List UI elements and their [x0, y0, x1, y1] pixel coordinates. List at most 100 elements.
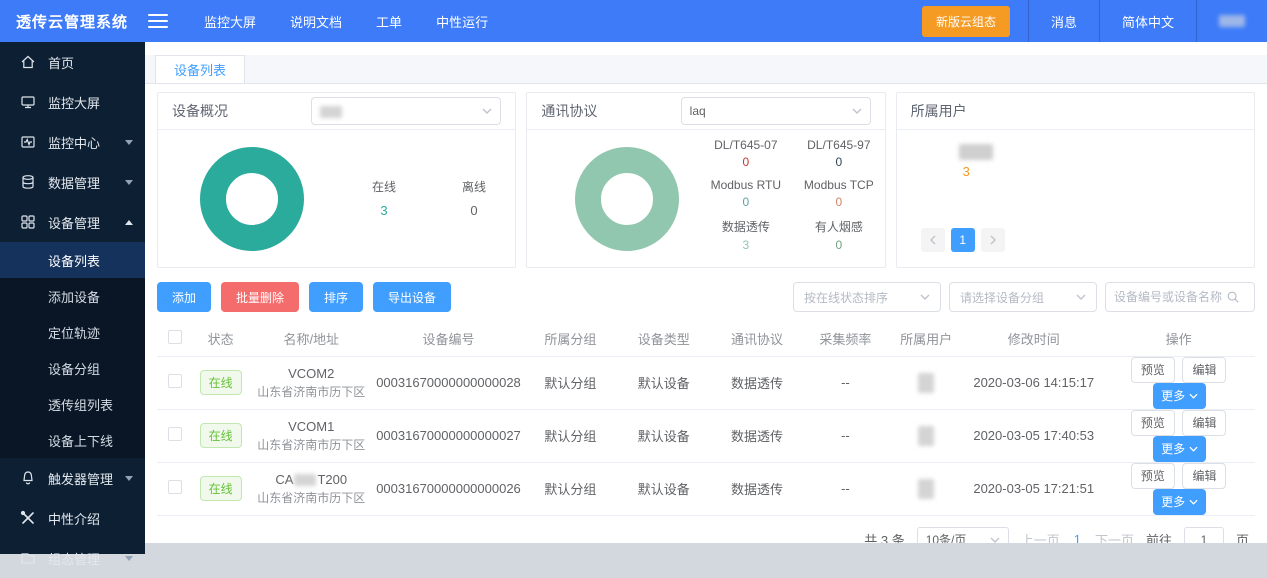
row-checkbox[interactable]: [168, 427, 182, 441]
folder-icon: [20, 550, 36, 566]
owner-prev-page-button[interactable]: [921, 228, 945, 252]
content-top-strip: [145, 42, 1267, 55]
search-icon: [1226, 290, 1240, 304]
submenu-item-device-group[interactable]: 设备分组: [0, 350, 145, 386]
sidebar-item-trigger-management[interactable]: 触发器管理: [0, 458, 145, 498]
preview-button[interactable]: 预览: [1131, 463, 1175, 489]
monitor-center-icon: [20, 134, 36, 150]
panel-title-owner: 所属用户: [911, 101, 967, 121]
device-overview-panel: 设备概况 在线 3 离线 0: [157, 92, 516, 268]
owner-device-count: 3: [963, 164, 970, 179]
preview-button[interactable]: 预览: [1131, 357, 1175, 383]
overview-select[interactable]: [311, 97, 501, 125]
redacted-select-value: [320, 106, 342, 118]
chevron-down-icon: [125, 140, 133, 145]
top-bar: 透传云管理系统 监控大屏 说明文档 工单 中性运行 新版云组态 消息 简体中文: [0, 0, 1267, 42]
device-group-select[interactable]: 请选择设备分组: [949, 282, 1097, 312]
edit-button[interactable]: 编辑: [1182, 463, 1226, 489]
next-page-button[interactable]: 下一页: [1095, 530, 1134, 543]
bell-icon: [20, 470, 36, 486]
status-badge: 在线: [200, 370, 242, 395]
submenu-item-passthrough-group-list[interactable]: 透传组列表: [0, 386, 145, 422]
prev-page-button[interactable]: 上一页: [1021, 530, 1060, 543]
submenu-item-device-online-offline[interactable]: 设备上下线: [0, 422, 145, 458]
preview-button[interactable]: 预览: [1131, 410, 1175, 436]
toolbar-filters: 按在线状态排序 请选择设备分组: [793, 282, 1255, 312]
total-count: 共 3 条: [864, 530, 904, 543]
online-donut-chart: [200, 147, 304, 251]
table-row: 在线 VCOM1山东省济南市历下区 00031670000000000027 默…: [157, 409, 1255, 462]
messages-link[interactable]: 消息: [1028, 0, 1099, 42]
redacted-owner: [918, 426, 934, 446]
panel-title-protocol: 通讯协议: [541, 101, 597, 121]
user-menu[interactable]: [1196, 0, 1267, 42]
row-checkbox[interactable]: [168, 480, 182, 494]
tools-icon: [20, 510, 36, 526]
more-button[interactable]: 更多: [1153, 436, 1206, 462]
redacted-name-part: [294, 474, 316, 486]
main-content: 设备列表 设备概况 在线 3: [145, 42, 1267, 554]
submenu-item-device-list[interactable]: 设备列表: [0, 242, 145, 278]
owner-next-page-button[interactable]: [981, 228, 1005, 252]
new-scada-button[interactable]: 新版云组态: [922, 6, 1010, 37]
sidebar-item-monitor-center[interactable]: 监控中心: [0, 122, 145, 162]
batch-delete-button[interactable]: 批量删除: [221, 282, 299, 312]
status-badge: 在线: [200, 476, 242, 501]
row-checkbox[interactable]: [168, 374, 182, 388]
owner-pagination: 1: [921, 228, 1005, 252]
panel-title-overview: 设备概况: [172, 101, 228, 121]
protocol-select[interactable]: laq: [681, 97, 871, 125]
sidebar-item-scada-management[interactable]: 组态管理: [0, 538, 145, 578]
add-button[interactable]: 添加: [157, 282, 211, 312]
submenu-item-add-device[interactable]: 添加设备: [0, 278, 145, 314]
language-link[interactable]: 简体中文: [1099, 0, 1196, 42]
sidebar-item-data-management[interactable]: 数据管理: [0, 162, 145, 202]
device-search-input[interactable]: [1114, 290, 1226, 304]
chevron-down-icon: [125, 476, 133, 481]
sidebar-item-home[interactable]: 首页: [0, 42, 145, 82]
sidebar-item-neutral-intro[interactable]: 中性介绍: [0, 498, 145, 538]
protocol-panel: 通讯协议 laq DL/T645-070 DL/T645-970 Modbus …: [526, 92, 885, 268]
page-size-select[interactable]: 10条/页: [917, 527, 1009, 544]
online-status-sort-select[interactable]: 按在线状态排序: [793, 282, 941, 312]
home-icon: [20, 54, 36, 70]
table-row: 在线 CAT200 山东省济南市历下区 00031670000000000026…: [157, 462, 1255, 515]
select-all-checkbox[interactable]: [168, 330, 182, 344]
device-management-submenu: 设备列表 添加设备 定位轨迹 设备分组 透传组列表 设备上下线: [0, 242, 145, 458]
goto-label: 前往: [1146, 530, 1172, 543]
more-button[interactable]: 更多: [1153, 489, 1206, 515]
chevron-down-icon: [125, 180, 133, 185]
protocol-stats: DL/T645-070 DL/T645-970 Modbus RTU0 Modb…: [702, 138, 882, 252]
table-toolbar: 添加 批量删除 排序 导出设备 按在线状态排序 请选择设备分组: [157, 282, 1255, 312]
sidebar: 首页 监控大屏 监控中心 数据管理 设备管理 设备列表 添加设备 定位轨迹 设备…: [0, 42, 145, 554]
nav-neutral-run[interactable]: 中性运行: [436, 12, 488, 31]
export-devices-button[interactable]: 导出设备: [373, 282, 451, 312]
sidebar-item-device-management[interactable]: 设备管理: [0, 202, 145, 242]
offline-stat: 离线 0: [444, 178, 504, 218]
device-table: 状态 名称/地址 设备编号 所属分组 设备类型 通讯协议 采集频率 所属用户 修…: [157, 322, 1255, 516]
goto-unit: 页: [1236, 530, 1249, 543]
protocol-donut-chart: [575, 147, 679, 251]
table-header-row: 状态 名称/地址 设备编号 所属分组 设备类型 通讯协议 采集频率 所属用户 修…: [157, 322, 1255, 356]
sidebar-item-monitor-screen[interactable]: 监控大屏: [0, 82, 145, 122]
tab-device-list[interactable]: 设备列表: [155, 55, 245, 83]
redacted-owner: [918, 373, 934, 393]
edit-button[interactable]: 编辑: [1182, 410, 1226, 436]
nav-work-order[interactable]: 工单: [376, 12, 402, 31]
sort-button[interactable]: 排序: [309, 282, 363, 312]
chevron-up-icon: [125, 220, 133, 225]
redacted-username: [1219, 15, 1245, 27]
more-button[interactable]: 更多: [1153, 383, 1206, 409]
goto-page-input[interactable]: [1184, 527, 1224, 544]
app-title: 透传云管理系统: [0, 11, 148, 32]
submenu-item-location-track[interactable]: 定位轨迹: [0, 314, 145, 350]
page-1-button[interactable]: 1: [1072, 532, 1083, 543]
owner-page-1-button[interactable]: 1: [951, 228, 975, 252]
nav-monitor-screen[interactable]: 监控大屏: [204, 12, 256, 31]
edit-button[interactable]: 编辑: [1182, 357, 1226, 383]
owner-panel: 所属用户 3 1: [896, 92, 1255, 268]
nav-docs[interactable]: 说明文档: [290, 12, 342, 31]
hamburger-menu-icon[interactable]: [148, 14, 168, 28]
table-pagination: 共 3 条 10条/页 上一页 1 下一页 前往 页: [157, 516, 1255, 544]
big-screen-icon: [20, 94, 36, 110]
